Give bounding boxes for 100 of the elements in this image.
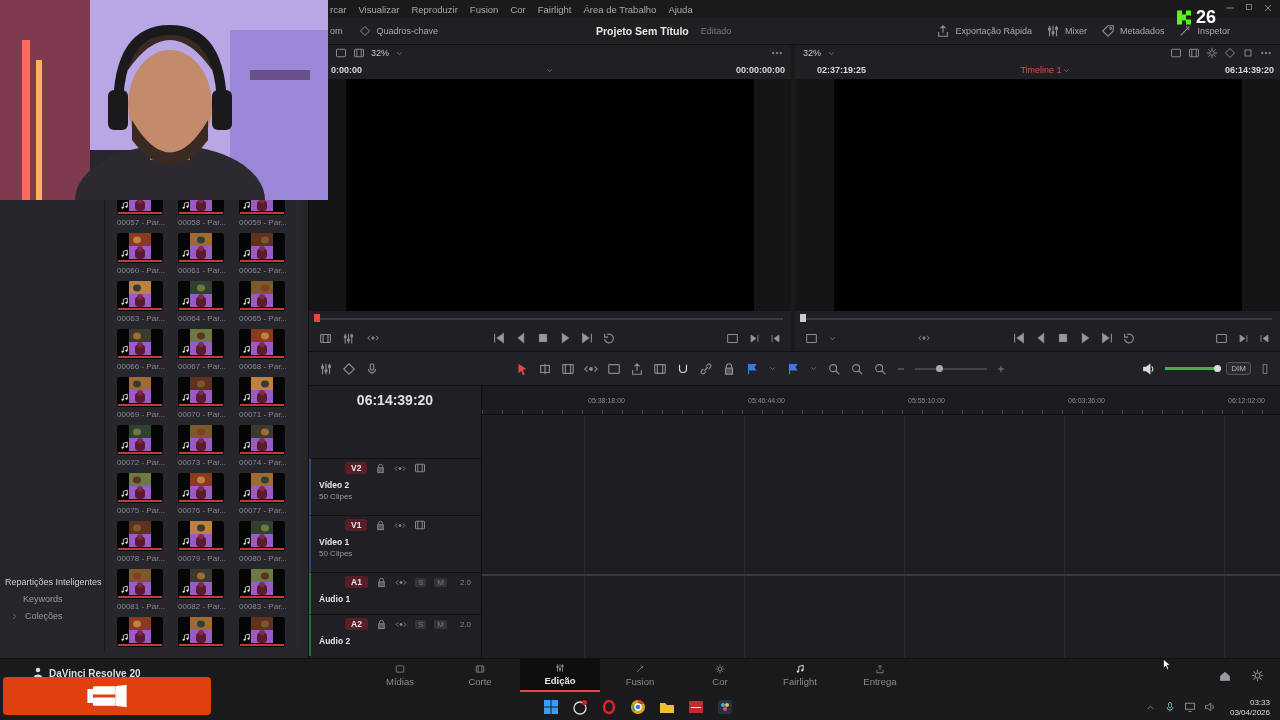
zoom-full-icon[interactable] [827,361,842,376]
maximize-icon[interactable] [1244,2,1254,12]
zoom-detail-icon[interactable] [850,361,865,376]
speaker-icon[interactable] [1203,701,1216,713]
lock-icon[interactable] [375,462,387,474]
clip-thumbnail[interactable] [178,281,224,311]
page-tab[interactable]: Cor [680,659,760,692]
gear-icon[interactable] [1206,47,1218,59]
clip-thumbnail[interactable] [117,569,163,599]
sliders-icon[interactable] [1045,24,1060,38]
jump-end-icon[interactable] [1099,331,1114,345]
link-icon[interactable] [699,361,714,376]
replace-icon[interactable] [653,361,668,376]
clip-thumbnail[interactable] [178,233,224,263]
jump-start-icon[interactable] [1011,331,1026,345]
toolbar-button[interactable]: Inspetor [1197,26,1230,36]
toolbar-button[interactable]: Exportação Rápida [955,26,1032,36]
jog-icon[interactable] [916,332,933,344]
clip-thumbnail[interactable] [117,473,163,503]
viewer-layout-icon[interactable] [335,47,347,59]
mark-out-icon[interactable] [770,332,781,344]
display-icon[interactable] [1183,701,1196,713]
menu-item[interactable]: Área de Trabalho [583,3,657,15]
clip-thumbnail[interactable] [178,521,224,551]
film-icon[interactable] [414,462,427,474]
menu-item[interactable]: Cor [510,3,526,15]
timeline-menu[interactable]: Timeline 1 [1020,65,1062,75]
menu-item[interactable]: Fusion [469,3,499,15]
page-tab[interactable]: Fusion [600,659,680,692]
ring-icon[interactable] [601,699,617,715]
trim-icon[interactable] [538,361,553,376]
diamond-icon[interactable] [342,361,356,376]
filmstrip-icon[interactable] [353,47,365,59]
mixer-app-icon[interactable] [688,699,704,715]
clip-thumbnail[interactable] [117,521,163,551]
zoom-menu[interactable]: 32% [803,48,821,58]
clip-thumbnail[interactable] [117,329,163,359]
windows-icon[interactable] [543,699,559,715]
jog-icon[interactable] [365,332,381,344]
microphone-icon[interactable] [365,361,379,376]
page-tab[interactable]: Fairlight [760,659,840,692]
chevron-icon[interactable] [809,364,819,373]
page-tab[interactable]: Corte [440,659,520,692]
menu-item[interactable]: Reproduzir [411,3,458,15]
match-frame-icon[interactable] [726,331,739,345]
lock-icon[interactable] [375,519,387,531]
clip-thumbnail[interactable] [239,377,285,407]
marker-icon[interactable] [786,361,801,376]
clip-thumbnail[interactable] [239,425,285,455]
edit-options-icon[interactable] [319,361,333,376]
lock-icon[interactable] [375,576,387,588]
overwrite-icon[interactable] [630,361,645,376]
mark-out-icon[interactable] [1259,332,1270,344]
track-tag[interactable]: V1 [345,519,368,531]
circle-app-icon[interactable] [572,699,588,715]
clip-thumbnail[interactable] [117,617,163,647]
clip-thumbnail[interactable] [239,521,285,551]
toolbar-button[interactable]: Metadados [1119,26,1165,36]
clip-thumbnail[interactable] [239,281,285,311]
audio-icon[interactable] [342,331,355,345]
menu-item[interactable]: rcar [330,3,347,15]
jump-start-icon[interactable] [491,331,506,345]
page-tab[interactable]: Edição [520,659,600,692]
zoom-slider[interactable] [935,364,943,372]
volume-handle[interactable] [1214,365,1222,372]
chevron-icon[interactable] [768,364,778,373]
clip-thumbnail[interactable] [239,569,285,599]
meter-icon[interactable] [1260,361,1270,376]
viewer-layout-icon[interactable] [1170,47,1182,59]
page-tab[interactable]: Mídias [360,659,440,692]
dim-button[interactable]: DIM [1226,362,1251,375]
menu-item[interactable]: Ajuda [668,3,693,15]
square-icon[interactable] [1242,47,1254,59]
browser-icon[interactable] [630,699,646,715]
close-icon[interactable] [1262,2,1274,14]
jump-end-icon[interactable] [579,331,594,345]
lock-icon[interactable] [375,618,387,630]
match-frame-icon[interactable] [1215,331,1228,345]
clip-thumbnail[interactable] [178,473,224,503]
plus-icon[interactable] [996,363,1007,374]
clip-thumbnail[interactable] [117,281,163,311]
menu-item[interactable]: Visualizar [358,3,400,15]
clip-thumbnail[interactable] [239,329,285,359]
toolbar-button[interactable]: om [330,26,343,36]
insert-icon[interactable] [607,361,622,376]
track-tag[interactable]: V2 [345,462,368,474]
clip-thumbnail[interactable] [239,233,285,263]
zoom-menu[interactable]: 32% [371,48,389,58]
crop-icon[interactable] [805,331,818,345]
microphone-icon[interactable] [1163,701,1176,713]
app-icon[interactable] [717,699,733,715]
color-wheel-icon[interactable] [1224,47,1236,59]
clip-thumbnail[interactable] [239,473,285,503]
home-icon[interactable] [1219,669,1231,682]
clip-thumbnail[interactable] [117,233,163,263]
loop-icon[interactable] [601,331,616,345]
flag-icon[interactable] [745,361,760,376]
film-icon[interactable] [1188,47,1200,59]
loop-icon[interactable] [1121,331,1136,345]
page-tab[interactable]: Entrega [840,659,920,692]
